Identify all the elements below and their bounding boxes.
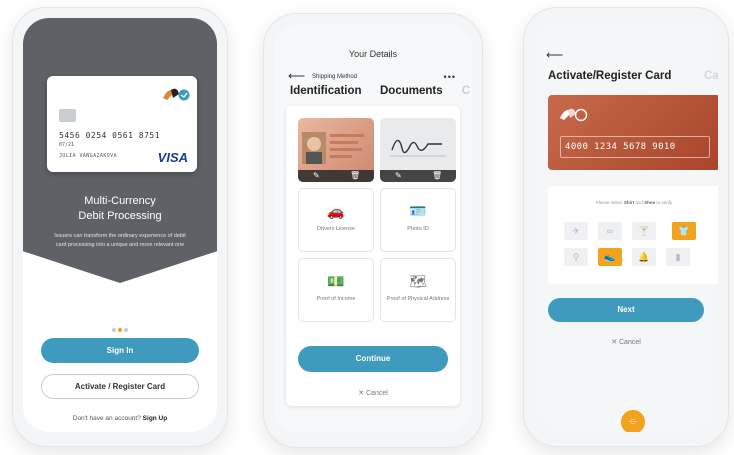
page-dot [112, 328, 116, 332]
next-page-title: Card [704, 70, 718, 82]
cancel-link[interactable]: ✕ Cancel [534, 338, 718, 346]
tab-next[interactable]: C [462, 85, 470, 97]
brand-logo-icon [163, 88, 190, 101]
hint-suffix: to verify [656, 200, 673, 205]
verification-panel: Please select Shirt and Shoe to verify ✈… [548, 186, 718, 284]
id-photo-thumbnail[interactable]: ✎ 🗑 [298, 118, 374, 182]
phone-sign-in: 5456 0254 0561 8751 07/21 JULIA VANGAZAK… [12, 7, 228, 447]
screen-header: Your Details [348, 49, 398, 59]
trash-icon[interactable]: 🗑 [432, 171, 442, 181]
tab-documents[interactable]: Documents [380, 85, 443, 97]
photo-id-icon: 🪪 [409, 203, 427, 219]
bell-icon[interactable]: 🔔 [632, 248, 656, 266]
sign-up-text: Don't have an account? [72, 415, 141, 422]
app-showcase: 5456 0254 0561 8751 07/21 JULIA VANGAZAK… [0, 0, 734, 455]
photo-id-tile[interactable]: 🪪 Photo ID [380, 188, 456, 252]
sign-in-button[interactable]: Sign In [41, 338, 199, 363]
step-label: Shipping Method [312, 74, 358, 80]
page-title: Activate/Register Card [548, 70, 672, 82]
sign-in-screen: 5456 0254 0561 8751 07/21 JULIA VANGAZAK… [23, 18, 217, 432]
title-line-1: Multi-Currency [84, 195, 156, 207]
cancel-link[interactable]: ✕ Cancel [274, 389, 472, 397]
intro-text: Issuers can transform the ordinary exper… [54, 233, 186, 248]
shoe-icon[interactable]: 👟 [598, 248, 622, 266]
glasses-icon[interactable]: ∞ [598, 222, 622, 240]
airplane-icon[interactable]: ✈ [564, 222, 588, 240]
continue-button[interactable]: Continue [298, 346, 448, 372]
activate-register-button[interactable]: Activate / Register Card [41, 374, 199, 399]
hint-and: and [635, 200, 643, 205]
drivers-license-label: Drivers License [317, 226, 355, 232]
page-indicator [23, 319, 217, 337]
more-icon[interactable]: ••• [444, 72, 456, 82]
proof-of-address-label: Proof of Physical Address [386, 296, 450, 302]
money-icon: 💵 [327, 273, 345, 289]
card-chip [59, 109, 76, 122]
card-number-field[interactable]: 4000 1234 5678 9010 [560, 136, 710, 158]
cocktail-icon[interactable]: 🍸 [632, 222, 656, 240]
photo-id-label: Photo ID [407, 226, 429, 232]
hint-shoe: Shoe [644, 200, 656, 205]
proof-of-income-label: Proof of Income [316, 296, 356, 302]
signature-thumbnail[interactable]: ✎ 🗑 [380, 118, 456, 182]
shirt-icon[interactable]: 👕 [672, 222, 696, 240]
lamp-icon[interactable]: ⚲ [564, 248, 588, 266]
back-arrow-icon[interactable]: ⟵ [288, 70, 305, 82]
card-number: 5456 0254 0561 8751 [59, 131, 161, 140]
back-arrow-icon[interactable]: ⟵ [546, 48, 563, 62]
map-pin-icon: 🗺 [409, 273, 427, 289]
credit-card: 5456 0254 0561 8751 07/21 JULIA VANGAZAK… [47, 76, 197, 172]
page-title: Multi-Currency Debit Processing [23, 194, 217, 224]
visa-logo: VISA [157, 150, 188, 165]
edit-icon[interactable]: ✎ [313, 171, 320, 181]
edit-icon[interactable]: ✎ [395, 171, 402, 181]
car-icon: 🚗 [327, 203, 345, 219]
drivers-license-tile[interactable]: 🚗 Drivers License [298, 188, 374, 252]
phone-documents: Your Details ⟵ Shipping Method ••• Ident… [263, 13, 483, 448]
card-holder: JULIA VANGAZAKOVA [59, 153, 117, 159]
hint-shirt: Shirt [623, 200, 635, 205]
verify-hint: Please select Shirt and Shoe to verify [548, 200, 718, 205]
proof-of-address-tile[interactable]: 🗺 Proof of Physical Address [380, 258, 456, 322]
page-dot-active [118, 328, 122, 332]
sign-up-prompt: Don't have an account? Sign Up [23, 415, 217, 422]
brand-logo-icon [560, 108, 588, 122]
tab-identification[interactable]: Identification [290, 85, 362, 97]
page-dot [124, 328, 128, 332]
phone-activate-card: ⟵ Activate/Register Card Card 4000 1234 … [523, 7, 729, 447]
next-button[interactable]: Next [548, 298, 704, 322]
title-line-2: Debit Processing [78, 210, 162, 222]
card-expiry: 07/21 [59, 142, 75, 148]
hint-prefix: Please select [595, 200, 623, 205]
debit-card: 4000 1234 5678 9010 [548, 95, 718, 170]
assistant-icon[interactable]: ⌯ [621, 410, 645, 432]
thumbnail-actions: ✎ 🗑 [298, 170, 374, 182]
activate-screen: ⟵ Activate/Register Card Card 4000 1234 … [534, 18, 718, 432]
jar-icon[interactable]: ▮ [666, 248, 690, 266]
sign-up-link[interactable]: Sign Up [143, 415, 168, 422]
proof-of-income-tile[interactable]: 💵 Proof of Income [298, 258, 374, 322]
documents-screen: Your Details ⟵ Shipping Method ••• Ident… [274, 24, 472, 433]
thumbnail-actions: ✎ 🗑 [380, 170, 456, 182]
trash-icon[interactable]: 🗑 [350, 171, 360, 181]
